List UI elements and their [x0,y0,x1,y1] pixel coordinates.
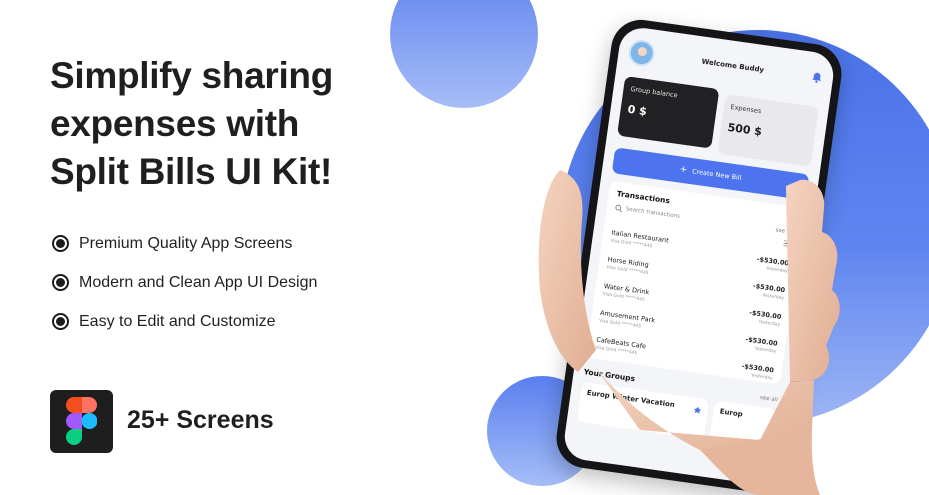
group-balance-label: Group balance [630,84,679,100]
decor-circle-top [390,0,538,108]
group-name: Europ Winter Vacation [586,388,676,410]
headline-line-3: Split Bills UI Kit! [50,151,333,192]
transactions-panel: Transactions Search transactions see all [585,180,805,385]
expenses-label: Expenses [729,102,762,116]
plus-icon: + [679,164,688,175]
expenses-value: 500 $ [726,120,763,139]
group-card[interactable]: Europ Winter Vacation [576,381,710,440]
create-bill-label: Create New Bill [691,167,742,183]
screens-count-label: 25+ Screens [127,406,274,434]
bell-icon[interactable] [810,71,824,85]
group-balance-card[interactable]: Group balance 0 $ [616,75,719,149]
feature-list: Premium Quality App Screens Modern and C… [52,224,317,341]
transactions-see-all-link[interactable]: see all [775,227,793,235]
feature-label: Easy to Edit and Customize [79,312,276,330]
feature-item: Premium Quality App Screens [52,224,317,263]
figma-logo-icon [50,390,113,453]
headline-line-1: Simplify sharing [50,55,334,96]
headline: Simplify sharing expenses with Split Bil… [50,52,410,196]
radio-bullet-icon [52,274,69,291]
pin-icon [694,406,702,414]
avatar[interactable] [627,38,657,68]
figma-logo-svg [66,397,97,445]
group-name: Europ [719,407,744,419]
group-balance-value: 0 $ [626,102,648,119]
filter-icon[interactable] [783,240,792,248]
group-card[interactable]: Europ [709,400,777,449]
feature-item: Easy to Edit and Customize [52,302,317,341]
radio-bullet-icon [52,313,69,330]
feature-item: Modern and Clean App UI Design [52,263,317,302]
expenses-card[interactable]: Expenses 500 $ [716,94,819,167]
search-icon [615,204,623,213]
phone-mockup: Welcome Buddy Group balance 0 $ Expenses… [552,16,846,495]
feature-label: Premium Quality App Screens [79,234,293,252]
radio-bullet-icon [52,235,69,252]
headline-line-2: expenses with [50,103,300,144]
feature-label: Modern and Clean App UI Design [79,273,318,291]
